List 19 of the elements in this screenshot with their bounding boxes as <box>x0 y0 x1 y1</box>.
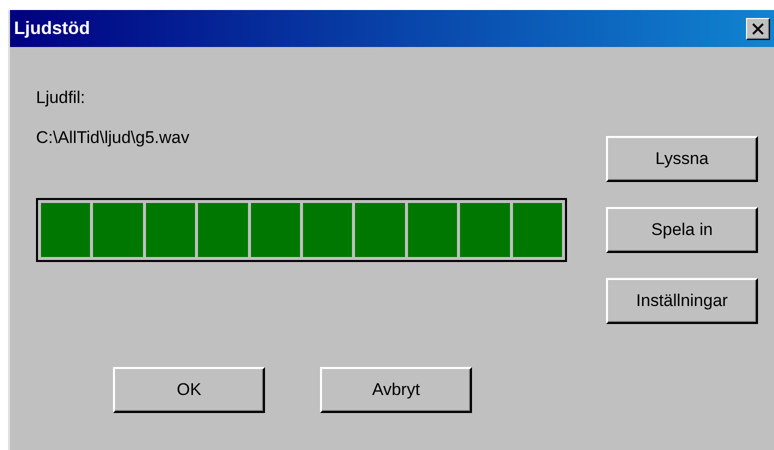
window-title: Ljudstöd <box>14 18 90 39</box>
dialog-button[interactable]: Avbryt <box>320 367 472 413</box>
meter-segment <box>146 203 196 257</box>
close-icon <box>751 22 765 34</box>
file-label: Ljudfil: <box>36 88 86 108</box>
meter-segment <box>250 203 300 257</box>
side-button[interactable]: Inställningar <box>606 278 758 324</box>
meter-segment <box>198 203 248 257</box>
meter-segment <box>460 203 510 257</box>
meter-segment <box>355 203 405 257</box>
close-button[interactable] <box>746 18 770 40</box>
dialog-button[interactable]: OK <box>113 367 265 413</box>
meter-segment <box>93 203 143 257</box>
side-button[interactable]: Spela in <box>606 207 758 253</box>
file-path: C:\AllTid\ljud\g5.wav <box>36 128 190 148</box>
side-button[interactable]: Lyssna <box>606 136 758 182</box>
meter-segment <box>408 203 458 257</box>
meter-segment <box>41 203 90 257</box>
meter-segment <box>302 203 352 257</box>
